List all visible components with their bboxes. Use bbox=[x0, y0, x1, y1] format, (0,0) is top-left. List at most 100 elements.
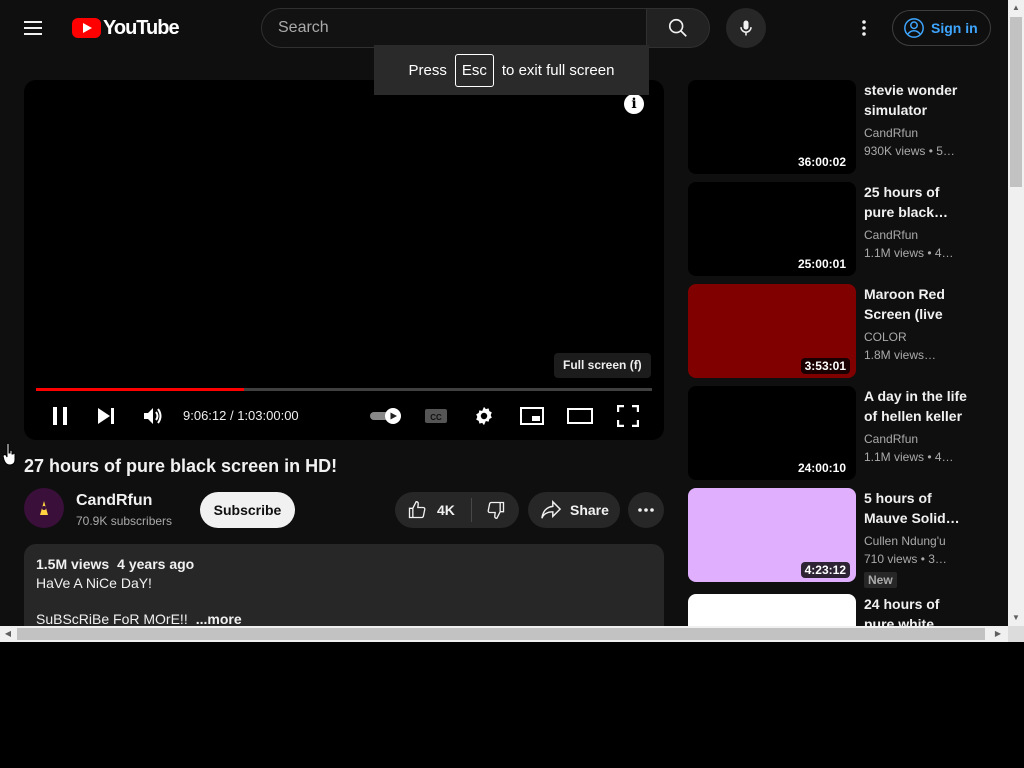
fullscreen-button[interactable] bbox=[614, 402, 642, 430]
search-icon bbox=[668, 18, 687, 37]
browser-viewport: YouTube Sign in i Full screen (f) bbox=[0, 0, 1008, 626]
pause-button[interactable] bbox=[46, 402, 74, 430]
captions-button[interactable]: CC bbox=[422, 402, 450, 430]
upload-age: 4 years ago bbox=[117, 556, 195, 572]
recommendation-title[interactable]: 5 hours of Mauve Solid… bbox=[864, 488, 968, 528]
miniplayer-icon bbox=[520, 407, 544, 425]
recommendation-item[interactable]: 24 hours of pure white… bbox=[688, 594, 988, 626]
recommendation-item[interactable]: 36:00:02 stevie wonder simulator CandRfu… bbox=[688, 80, 988, 174]
youtube-logo[interactable]: YouTube bbox=[72, 16, 180, 40]
theater-mode-button[interactable] bbox=[566, 402, 594, 430]
channel-name[interactable]: CandRfun bbox=[76, 492, 152, 510]
recommendation-title[interactable]: 25 hours of pure black… bbox=[864, 182, 968, 222]
description-text: SuBScRiBe FoR MOrE!! bbox=[36, 611, 188, 626]
scroll-down-arrow-icon[interactable]: ▼ bbox=[1008, 610, 1024, 626]
description-more-link[interactable]: ...more bbox=[196, 611, 242, 626]
volume-button[interactable] bbox=[139, 402, 167, 430]
settings-more-button[interactable] bbox=[852, 16, 876, 40]
svg-text:CC: CC bbox=[430, 413, 442, 422]
recommendation-title[interactable]: 24 hours of pure white… bbox=[864, 594, 968, 626]
video-player[interactable]: i Full screen (f) 9:06:12 / 1:03:00:00 C… bbox=[24, 80, 664, 440]
scroll-left-arrow-icon[interactable]: ◀ bbox=[0, 626, 16, 642]
voice-search-button[interactable] bbox=[726, 8, 766, 48]
thumbs-down-icon bbox=[487, 501, 504, 520]
theater-icon bbox=[567, 408, 593, 424]
logo-wordmark: YouTube bbox=[103, 16, 180, 39]
sign-in-button[interactable]: Sign in bbox=[892, 10, 991, 46]
recommendation-title[interactable]: A day in the life of hellen keller bbox=[864, 386, 968, 426]
recommendation-views: 1.8M views… bbox=[864, 348, 937, 362]
toast-suffix: to exit full screen bbox=[501, 61, 615, 79]
recommendation-channel: COLOR bbox=[864, 330, 907, 344]
description-box[interactable]: 1.5M views 4 years ago HaVe A NiCe DaY! S… bbox=[24, 544, 664, 626]
horizontal-scrollbar[interactable]: ◀ ▶ bbox=[0, 626, 1008, 642]
search-input[interactable] bbox=[262, 9, 646, 47]
progress-bar[interactable] bbox=[36, 388, 652, 391]
skip-next-icon bbox=[98, 408, 114, 424]
recommendation-item[interactable]: 25:00:01 25 hours of pure black… CandRfu… bbox=[688, 182, 988, 276]
video-title: 27 hours of pure black screen in HD! bbox=[24, 456, 338, 476]
subscriber-count: 70.9K subscribers bbox=[76, 514, 173, 528]
share-icon bbox=[541, 500, 562, 519]
fullscreen-tooltip: Full screen (f) bbox=[554, 353, 651, 378]
miniplayer-button[interactable] bbox=[518, 402, 546, 430]
description-meta: 1.5M views 4 years ago bbox=[36, 556, 652, 572]
scroll-right-arrow-icon[interactable]: ▶ bbox=[990, 626, 1006, 642]
recommendation-title[interactable]: Maroon Red Screen (live 0… bbox=[864, 284, 968, 324]
more-horiz-icon bbox=[638, 508, 654, 512]
vertical-scroll-thumb[interactable] bbox=[1010, 17, 1022, 187]
microphone-icon bbox=[740, 20, 752, 36]
youtube-play-icon bbox=[72, 18, 101, 38]
recommendation-thumbnail[interactable] bbox=[688, 594, 856, 626]
settings-button[interactable] bbox=[470, 402, 498, 430]
recommendation-item[interactable]: 24:00:10 A day in the life of hellen kel… bbox=[688, 386, 988, 480]
recommendation-item[interactable]: 4:23:12 5 hours of Mauve Solid… Cullen N… bbox=[688, 488, 988, 588]
recommendation-channel: CandRfun bbox=[864, 432, 919, 446]
next-button[interactable] bbox=[92, 402, 120, 430]
recommendation-views: 1.1M views • 4… bbox=[864, 246, 954, 260]
scroll-up-arrow-icon[interactable]: ▲ bbox=[1008, 0, 1024, 16]
view-count: 1.5M views bbox=[36, 556, 110, 572]
duration-badge: 4:23:12 bbox=[800, 562, 850, 578]
info-icon[interactable]: i bbox=[624, 94, 644, 114]
duration-badge: 36:00:02 bbox=[793, 154, 850, 170]
description-line-2: SuBScRiBe FoR MOrE!! ...more bbox=[36, 611, 652, 626]
subscribe-button[interactable]: Subscribe bbox=[200, 492, 295, 528]
share-button[interactable]: Share bbox=[528, 492, 620, 528]
toast-prefix: Press bbox=[408, 61, 447, 79]
recommendation-channel: CandRfun bbox=[864, 126, 919, 140]
fullscreen-exit-toast: Press Esc to exit full screen bbox=[374, 45, 649, 95]
recommendation-channel: Cullen Ndung'u bbox=[864, 534, 946, 548]
gear-icon bbox=[476, 406, 492, 426]
more-vert-icon bbox=[862, 20, 866, 36]
volume-icon bbox=[144, 408, 162, 424]
autoplay-toggle[interactable] bbox=[368, 402, 404, 430]
recommendation-channel: CandRfun bbox=[864, 228, 919, 242]
like-button[interactable]: 4K bbox=[395, 492, 471, 528]
recommendation-views: 1.1M views • 4… bbox=[864, 450, 954, 464]
share-label: Share bbox=[570, 502, 609, 518]
search-button[interactable] bbox=[646, 8, 710, 48]
scrollbar-corner bbox=[1008, 626, 1024, 642]
recommendation-title[interactable]: stevie wonder simulator bbox=[864, 80, 968, 120]
more-actions-button[interactable] bbox=[628, 492, 664, 528]
like-count: 4K bbox=[437, 502, 455, 518]
new-badge: New bbox=[864, 572, 897, 588]
progress-fill bbox=[36, 388, 244, 391]
hand-cursor-icon bbox=[3, 442, 16, 466]
recommendation-item[interactable]: 3:53:01 Maroon Red Screen (live 0… COLOR… bbox=[688, 284, 988, 378]
channel-avatar[interactable] bbox=[24, 488, 64, 528]
horizontal-scroll-thumb[interactable] bbox=[17, 628, 985, 640]
dislike-button[interactable] bbox=[472, 492, 519, 528]
recommendation-views: 710 views • 3… bbox=[864, 552, 947, 566]
toast-key: Esc bbox=[454, 53, 494, 87]
player-controls: 9:06:12 / 1:03:00:00 CC bbox=[24, 398, 664, 434]
menu-icon[interactable] bbox=[24, 18, 48, 38]
account-circle-icon bbox=[904, 18, 924, 38]
pause-icon bbox=[53, 407, 67, 425]
captions-icon: CC bbox=[425, 409, 447, 423]
search-box bbox=[261, 8, 647, 48]
recommendation-views: 930K views • 5… bbox=[864, 144, 955, 158]
description-line: HaVe A NiCe DaY! bbox=[36, 575, 152, 591]
vertical-scrollbar[interactable]: ▲ ▼ bbox=[1008, 0, 1024, 626]
